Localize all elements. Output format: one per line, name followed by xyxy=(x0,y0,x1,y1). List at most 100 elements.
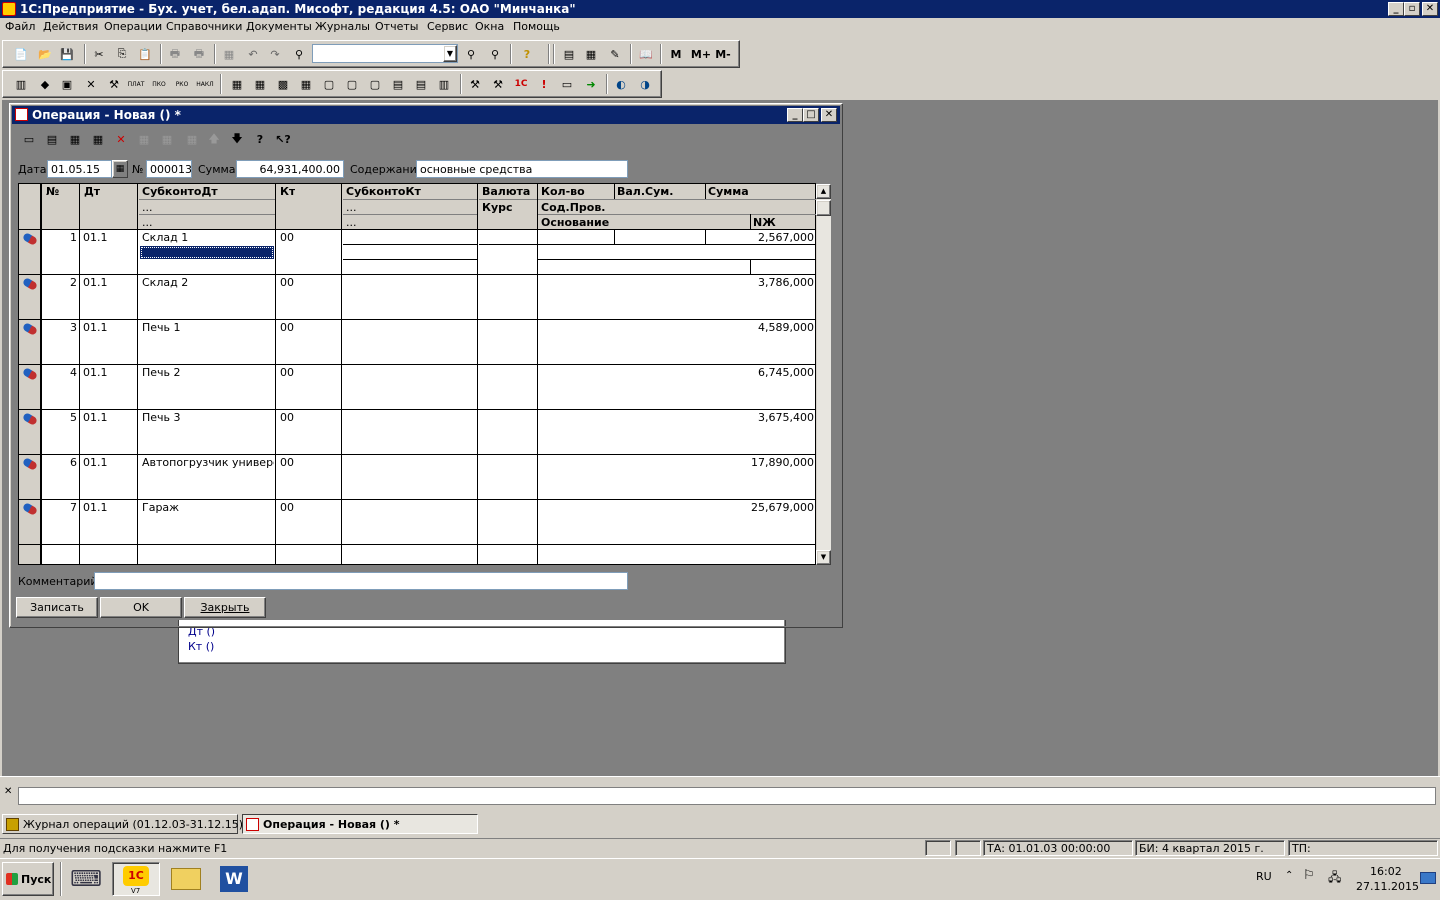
report-icon[interactable]: ▢ xyxy=(366,75,384,93)
row-dt[interactable]: 01.1 xyxy=(83,456,135,469)
doc-minimize-button[interactable]: _ xyxy=(787,108,803,122)
cash-out-icon[interactable]: РКО xyxy=(173,75,191,93)
payment-order-icon[interactable]: ПЛАТ xyxy=(127,75,145,93)
row-dt[interactable]: 01.1 xyxy=(83,411,135,424)
row-dt[interactable]: 01.1 xyxy=(83,276,135,289)
table-scrollbar[interactable] xyxy=(816,184,831,565)
paste-icon[interactable]: 📋 xyxy=(136,45,154,63)
row-kt[interactable]: 00 xyxy=(280,231,338,244)
doc-close-button[interactable]: ✕ xyxy=(821,108,837,122)
content-field[interactable]: основные средства xyxy=(416,160,628,178)
globe-icon[interactable]: ◐ xyxy=(612,75,630,93)
report-icon[interactable]: ▦ xyxy=(251,75,269,93)
explorer-folder-icon[interactable] xyxy=(164,862,208,896)
undo-icon[interactable]: ↶ xyxy=(244,45,262,63)
row-kt[interactable]: 00 xyxy=(280,321,338,334)
row-kt[interactable]: 00 xyxy=(280,366,338,379)
row-sum[interactable]: 3,675,400 xyxy=(706,411,814,424)
row-subkonto-dt[interactable]: Склад 2 xyxy=(142,276,274,289)
row-dt[interactable]: 01.1 xyxy=(83,501,135,514)
word-app-icon[interactable]: W xyxy=(212,862,256,896)
header-subkonto-kt-3[interactable]: ... xyxy=(343,216,357,229)
row-sum[interactable]: 6,745,000 xyxy=(706,366,814,379)
row-kt[interactable]: 00 xyxy=(280,456,338,469)
menu-actions[interactable]: Действия xyxy=(43,20,98,33)
clock-time[interactable]: 16:02 xyxy=(1370,865,1402,878)
row-sum[interactable]: 4,589,000 xyxy=(706,321,814,334)
row-subkonto-dt[interactable]: Печь 1 xyxy=(142,321,274,334)
selected-cell[interactable] xyxy=(140,246,274,259)
row-subkonto-dt[interactable]: Печь 2 xyxy=(142,366,274,379)
print-icon[interactable]: 🖶 xyxy=(166,45,184,63)
start-button[interactable]: Пуск xyxy=(2,862,54,896)
message-input[interactable] xyxy=(18,787,1436,805)
report-icon[interactable]: ▤ xyxy=(412,75,430,93)
find-next-icon[interactable]: ⚲ xyxy=(462,45,480,63)
calculator-icon[interactable]: ▤ xyxy=(560,45,578,63)
help-icon[interactable]: ? xyxy=(251,130,269,148)
row-subkonto-dt[interactable]: Печь 3 xyxy=(142,411,274,424)
menu-service[interactable]: Сервис xyxy=(427,20,468,33)
row-kt[interactable]: 00 xyxy=(280,276,338,289)
header-content[interactable]: Сод.Пров. xyxy=(538,201,605,214)
header-subkonto-dt[interactable]: СубконтоДт xyxy=(139,185,218,198)
report-icon[interactable]: ▩ xyxy=(274,75,292,93)
header-nzh[interactable]: NЖ xyxy=(750,216,776,229)
move-down-icon[interactable]: 🡇 xyxy=(228,130,246,148)
app-minimize-button[interactable]: _ xyxy=(1388,2,1404,16)
delete-row-icon[interactable]: ✕ xyxy=(112,130,130,148)
open-folder-icon[interactable]: 📂 xyxy=(36,45,54,63)
help-icon[interactable]: ? xyxy=(518,45,536,63)
globe-icon[interactable]: ◑ xyxy=(636,75,654,93)
print-preview-icon[interactable]: 🖶 xyxy=(190,45,208,63)
header-subkonto-dt-2[interactable]: ... xyxy=(139,201,153,214)
search-combobox[interactable] xyxy=(312,44,458,63)
header-subkonto-dt-3[interactable]: ... xyxy=(139,216,153,229)
row-num[interactable]: 3 xyxy=(42,321,77,334)
memory-mminus-button[interactable]: М- xyxy=(712,45,734,63)
row-dt[interactable]: 01.1 xyxy=(83,366,135,379)
keyboard-app-icon[interactable]: ⌨ xyxy=(66,862,106,896)
date-field[interactable]: 01.05.15 xyxy=(47,160,112,178)
header-currency[interactable]: Валюта xyxy=(479,185,530,198)
window-tab-journal[interactable]: Журнал операций (01.12.03-31.12.15) xyxy=(2,814,243,834)
row-kt[interactable]: 00 xyxy=(280,501,338,514)
operations-icon[interactable]: ◆ xyxy=(36,75,54,93)
chevron-down-icon[interactable]: ▼ xyxy=(443,45,457,62)
save-button[interactable]: Записать xyxy=(16,597,98,618)
menu-documents[interactable]: Документы xyxy=(246,20,312,33)
app-restore-button[interactable]: ▫ xyxy=(1404,2,1420,16)
calendar-icon[interactable]: ▦ xyxy=(582,45,600,63)
find-prev-icon[interactable]: ⚲ xyxy=(486,45,504,63)
header-subkonto-kt[interactable]: СубконтоКт xyxy=(343,185,421,198)
header-cur-sum[interactable]: Вал.Сум. xyxy=(614,185,673,198)
window-tab-operation[interactable]: Операция - Новая () * xyxy=(242,814,478,834)
row-num[interactable]: 7 xyxy=(42,501,77,514)
invoice-icon[interactable]: НАКЛ xyxy=(196,75,214,93)
1c-icon[interactable]: 1С xyxy=(512,75,530,93)
menu-help[interactable]: Помощь xyxy=(513,20,560,33)
insert-row-icon[interactable]: ▤ xyxy=(43,130,61,148)
menu-windows[interactable]: Окна xyxy=(475,20,504,33)
menu-references[interactable]: Справочники xyxy=(166,20,242,33)
row-kt[interactable]: 00 xyxy=(280,411,338,424)
add-row-icon[interactable]: ▭ xyxy=(20,130,38,148)
memory-mplus-button[interactable]: М+ xyxy=(690,45,712,63)
ok-button[interactable]: OK xyxy=(100,597,182,618)
row-dt[interactable]: 01.1 xyxy=(83,231,135,244)
properties-icon[interactable]: ▦ xyxy=(220,45,238,63)
memory-m-button[interactable]: М xyxy=(667,45,685,63)
calendar-icon[interactable]: ▦ xyxy=(112,160,128,178)
row-subkonto-dt[interactable]: Автопогрузчик универс. Ч xyxy=(142,456,274,469)
chart-of-accounts-icon[interactable]: ▥ xyxy=(12,75,30,93)
row-num[interactable]: 4 xyxy=(42,366,77,379)
chart-icon[interactable]: ▥ xyxy=(435,75,453,93)
cut-icon[interactable]: ✂ xyxy=(90,45,108,63)
money-icon[interactable]: ▭ xyxy=(558,75,576,93)
scroll-up-icon[interactable]: ▲ xyxy=(816,184,831,199)
row-sum[interactable]: 3,786,000 xyxy=(706,276,814,289)
sum-field[interactable]: 64,931,400.00 xyxy=(236,160,344,178)
row-num[interactable]: 5 xyxy=(42,411,77,424)
row-subkonto-dt[interactable]: Гараж xyxy=(142,501,274,514)
1c-taskbar-button[interactable]: 1С V7 xyxy=(112,862,160,896)
